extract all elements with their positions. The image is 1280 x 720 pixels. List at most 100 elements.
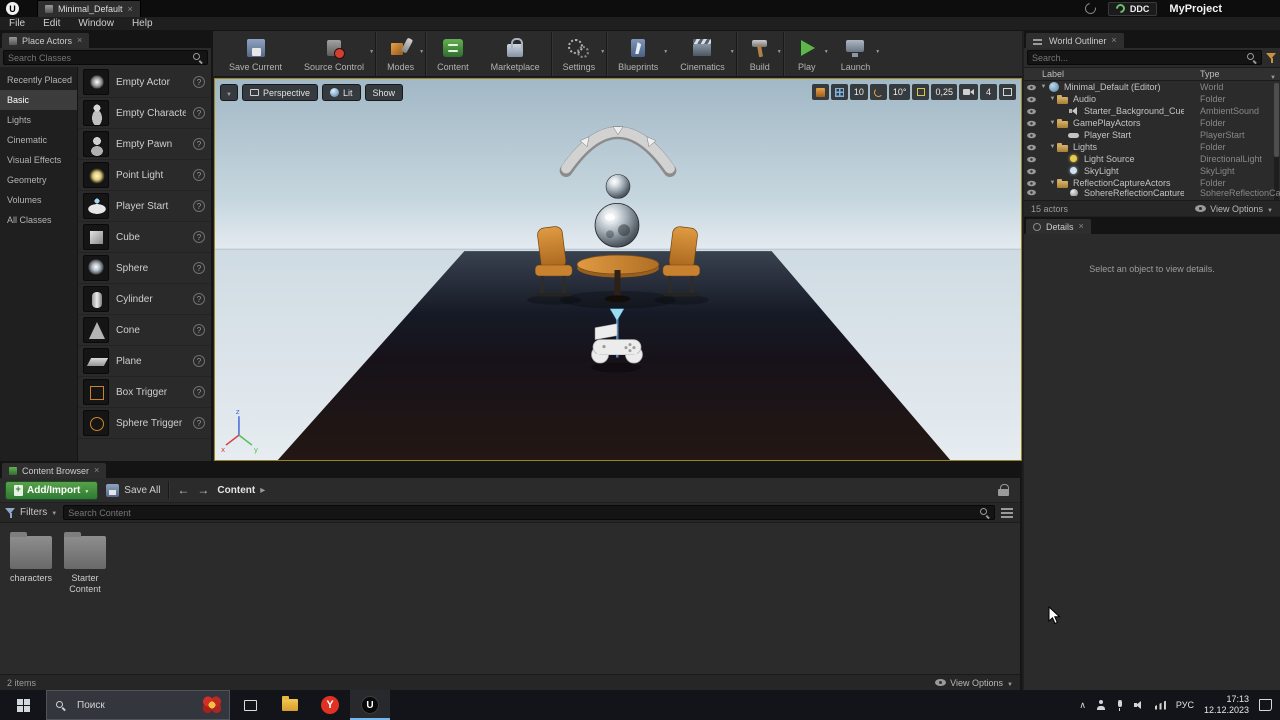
network-icon[interactable] xyxy=(1154,700,1166,710)
visibility-eye-icon[interactable] xyxy=(1027,84,1036,90)
class-help-icon[interactable] xyxy=(193,200,205,212)
place-actor-item[interactable]: Sphere xyxy=(78,253,211,284)
cinematics-button[interactable]: Cinematics xyxy=(669,31,737,76)
viewport-options-button[interactable] xyxy=(220,84,238,101)
expander-icon[interactable] xyxy=(1039,84,1048,90)
outliner-row[interactable]: Lights Folder xyxy=(1024,141,1280,153)
folder-tile[interactable]: characters xyxy=(6,531,56,584)
place-actor-item[interactable]: Cylinder xyxy=(78,284,211,315)
place-actor-item[interactable]: Sphere Trigger xyxy=(78,408,211,439)
taskbar-search-box[interactable]: Поиск xyxy=(46,690,230,720)
place-actor-item[interactable]: Empty Actor xyxy=(78,67,211,98)
menu-item[interactable]: File xyxy=(0,17,34,31)
class-help-icon[interactable] xyxy=(193,324,205,336)
search-classes-input[interactable] xyxy=(4,52,192,63)
rotation-snap-value[interactable]: 10° xyxy=(888,84,911,100)
place-actor-item[interactable]: Cone xyxy=(78,315,211,346)
outliner-row[interactable]: GamePlayActors Folder xyxy=(1024,117,1280,129)
grid-snap-button[interactable] xyxy=(830,84,848,100)
modes-button[interactable]: Modes xyxy=(376,31,427,76)
marketplace-button[interactable]: Marketplace xyxy=(480,31,552,76)
outliner-column-header[interactable]: Label Type xyxy=(1024,67,1280,81)
chevron-down-icon[interactable] xyxy=(777,45,782,56)
place-actor-item[interactable]: Box Trigger xyxy=(78,377,211,408)
search-content-input[interactable] xyxy=(64,507,979,518)
place-actor-item[interactable]: Empty Character xyxy=(78,98,211,129)
type-column-header[interactable]: Type xyxy=(1200,69,1220,79)
outliner-row[interactable]: Minimal_Default (Editor) World xyxy=(1024,81,1280,93)
place-actors-tab[interactable]: Place Actors xyxy=(2,33,90,48)
class-help-icon[interactable] xyxy=(193,231,205,243)
outliner-filter-icon[interactable] xyxy=(1266,52,1277,63)
menu-item[interactable]: Help xyxy=(123,17,162,31)
menu-item[interactable]: Edit xyxy=(34,17,69,31)
class-help-icon[interactable] xyxy=(193,355,205,367)
expander-icon[interactable] xyxy=(1048,144,1057,150)
class-help-icon[interactable] xyxy=(193,417,205,429)
asset-grid[interactable]: characters Starter Content xyxy=(0,523,1020,674)
outliner-row[interactable]: ReflectionCaptureActors Folder xyxy=(1024,177,1280,189)
place-actor-item[interactable]: Cube xyxy=(78,222,211,253)
class-help-icon[interactable] xyxy=(193,138,205,150)
visibility-eye-icon[interactable] xyxy=(1027,108,1036,114)
menu-item[interactable]: Window xyxy=(69,17,123,31)
expander-icon[interactable] xyxy=(1048,120,1057,126)
breadcrumb[interactable]: Content xyxy=(217,485,265,496)
category-item[interactable]: Visual Effects xyxy=(0,150,77,170)
chevron-down-icon[interactable] xyxy=(369,45,374,56)
yandex-browser-button[interactable] xyxy=(310,690,350,720)
place-actor-item[interactable]: Point Light xyxy=(78,160,211,191)
show-button[interactable]: Show xyxy=(364,84,404,101)
class-help-icon[interactable] xyxy=(193,76,205,88)
action-center-icon[interactable] xyxy=(1259,699,1272,711)
expander-icon[interactable] xyxy=(1048,96,1057,102)
back-button[interactable] xyxy=(177,484,189,496)
place-actor-item[interactable]: Plane xyxy=(78,346,211,377)
tray-expand-icon[interactable] xyxy=(1079,700,1086,711)
settings-button[interactable]: Settings xyxy=(552,31,608,76)
close-icon[interactable] xyxy=(128,5,133,14)
world-outliner-tab[interactable]: World Outliner xyxy=(1026,33,1124,48)
task-view-button[interactable] xyxy=(230,690,270,720)
grid-snap-value[interactable]: 10 xyxy=(849,84,868,100)
label-column-header[interactable]: Label xyxy=(1042,69,1064,79)
visibility-eye-icon[interactable] xyxy=(1027,168,1036,174)
camera-speed-button[interactable] xyxy=(959,84,978,100)
class-help-icon[interactable] xyxy=(193,386,205,398)
category-item[interactable]: All Classes xyxy=(0,210,77,230)
close-icon[interactable] xyxy=(77,36,82,45)
chevron-down-icon[interactable] xyxy=(824,45,829,56)
category-item[interactable]: Recently Placed xyxy=(0,70,77,90)
chevron-down-icon[interactable] xyxy=(730,45,735,56)
close-icon[interactable] xyxy=(1111,36,1116,45)
visibility-eye-icon[interactable] xyxy=(1027,189,1036,196)
language-indicator[interactable]: РУС xyxy=(1176,700,1194,710)
file-explorer-button[interactable] xyxy=(270,690,310,720)
visibility-eye-icon[interactable] xyxy=(1027,96,1036,102)
outliner-row[interactable]: SphereReflectionCapture SphereReflection… xyxy=(1024,189,1280,196)
chevron-right-icon[interactable] xyxy=(260,485,265,496)
content-button[interactable]: Content xyxy=(426,32,480,76)
lit-mode-button[interactable]: Lit xyxy=(321,84,361,101)
search-content-box[interactable] xyxy=(63,505,995,520)
expander-icon[interactable] xyxy=(1048,180,1057,186)
people-icon[interactable] xyxy=(1096,700,1106,710)
chevron-down-icon[interactable] xyxy=(663,45,668,56)
outliner-row[interactable]: Player Start PlayerStart xyxy=(1024,129,1280,141)
outliner-search-input[interactable] xyxy=(1028,52,1246,63)
place-actor-item[interactable]: Empty Pawn xyxy=(78,129,211,160)
category-item[interactable]: Geometry xyxy=(0,170,77,190)
play-button[interactable]: Play xyxy=(784,32,830,76)
scale-snap-value[interactable]: 0,25 xyxy=(931,84,957,100)
lock-icon[interactable] xyxy=(998,484,1009,496)
filters-button[interactable]: Filters xyxy=(5,507,57,518)
visibility-eye-icon[interactable] xyxy=(1027,144,1036,150)
category-item[interactable]: Lights xyxy=(0,110,77,130)
chevron-down-icon[interactable] xyxy=(600,45,605,56)
start-button[interactable] xyxy=(0,690,46,720)
content-browser-tab[interactable]: Content Browser xyxy=(2,463,107,478)
visibility-eye-icon[interactable] xyxy=(1027,156,1036,162)
folder-tile[interactable]: Starter Content xyxy=(60,531,110,596)
level-tab[interactable]: Minimal_Default xyxy=(37,0,141,17)
chevron-down-icon[interactable] xyxy=(875,45,880,56)
